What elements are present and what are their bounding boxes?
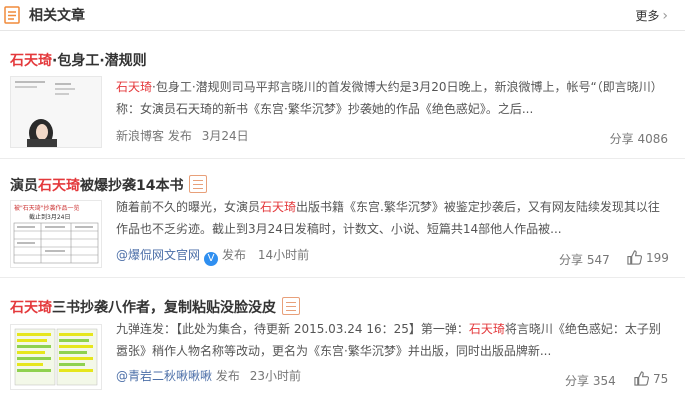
- article-doc-icon: [282, 297, 300, 315]
- publish-time: 14小时前: [257, 248, 310, 262]
- more-link[interactable]: 更多 ›: [635, 7, 668, 24]
- article-summary: 随着前不久的曝光，女演员石天琦出版书籍《东宫.繁华沉梦》被鉴定抄袭后，又有网友陆…: [116, 196, 671, 240]
- like-button[interactable]: 199: [627, 250, 669, 265]
- summary-highlight: 石天琦: [468, 322, 505, 336]
- title-text: 三书抄袭八作者，复制粘贴没脸没皮: [52, 300, 276, 316]
- comparison-screenshot-image: [11, 325, 101, 389]
- share-count: 4086: [637, 132, 668, 146]
- summary-highlight: 石天琦: [260, 200, 297, 214]
- share-count: 547: [586, 253, 610, 267]
- publish-label: 发布: [222, 248, 247, 262]
- article-meta: @爆侃网文官网 V 发布 14小时前: [116, 246, 309, 266]
- title-text: 被爆抄袭14本书: [80, 178, 184, 194]
- chevron-right-icon: ›: [662, 8, 668, 24]
- article-item: 演员石天琦被爆抄袭14本书 被"石天琦"抄袭作品一览 截止到3月24日 随着前不…: [0, 165, 685, 278]
- title-highlight: 石天琦: [10, 300, 52, 316]
- source-name: 新浪博客: [116, 129, 165, 143]
- publish-label: 发布: [215, 369, 240, 383]
- source-link[interactable]: @青岩二秋啾啾啾: [116, 369, 212, 383]
- article-summary: 石天琦·包身工·潜规则司马平邦言晓川的首发微博大约是3月20日晚上，新浪微博上，…: [116, 76, 671, 120]
- publish-label: 发布: [167, 129, 192, 143]
- article-thumbnail[interactable]: [10, 324, 102, 390]
- share-label: 分享: [559, 253, 584, 267]
- publish-time: 3月24日: [201, 129, 249, 143]
- title-highlight: 石天琦: [10, 53, 52, 69]
- verified-icon: V: [204, 252, 219, 266]
- article-item: 石天琦·包身工·潜规则 石天琦·包身工·潜规则司马平邦言晓川的首发微博大约是3月…: [0, 40, 685, 159]
- author-photo-image: [11, 77, 101, 147]
- article-meta: 新浪博客 发布 3月24日: [116, 127, 249, 144]
- title-text: 演员: [10, 178, 38, 194]
- more-label: 更多: [635, 9, 660, 23]
- share-button[interactable]: 分享 4086: [610, 130, 668, 147]
- like-count: 199: [646, 251, 669, 265]
- title-highlight: 石天琦: [38, 178, 80, 194]
- article-thumbnail[interactable]: 被"石天琦"抄袭作品一览 截止到3月24日: [10, 200, 102, 268]
- summary-text: 随着前不久的曝光，女演员: [116, 200, 261, 214]
- article-title[interactable]: 石天琦·包身工·潜规则: [10, 50, 147, 70]
- share-label: 分享: [565, 374, 590, 388]
- thumbs-up-icon: [627, 250, 643, 265]
- publish-time: 23小时前: [249, 369, 301, 383]
- article-title[interactable]: 演员石天琦被爆抄袭14本书: [10, 175, 208, 195]
- article-doc-icon: [189, 175, 208, 193]
- summary-highlight: 石天琦: [116, 80, 153, 94]
- share-count: 354: [592, 374, 616, 388]
- like-count: 75: [653, 372, 669, 386]
- article-meta: @青岩二秋啾啾啾 发布 23小时前: [116, 367, 301, 384]
- article-item: 石天琦三书抄袭八作者，复制粘贴没脸没皮 九弹连发：【此处为集合，待更新 2015…: [0, 287, 685, 406]
- share-button[interactable]: 分享 354: [565, 372, 616, 389]
- like-button[interactable]: 75: [634, 371, 668, 386]
- thumbs-up-icon: [634, 371, 650, 386]
- title-text: ·包身工·潜规则: [52, 53, 147, 69]
- article-thumbnail[interactable]: [10, 76, 102, 148]
- section-title: 相关文章: [29, 8, 85, 24]
- document-icon: [4, 6, 20, 24]
- summary-text: 九弹连发：【此处为集合，待更新 2015.03.24 16：25】第一弹：: [116, 322, 469, 336]
- share-button[interactable]: 分享 547: [559, 251, 610, 268]
- related-articles-header: 相关文章 更多 ›: [0, 0, 685, 31]
- summary-text: ·包身工·潜规则司马平邦言晓川的首发微博大约是3月20日晚上，新浪微博上，帐号“…: [116, 80, 663, 116]
- thumbnail-heading: 被"石天琦"抄袭作品一览: [14, 204, 80, 212]
- thumbnail-caption: 截止到3月24日: [29, 213, 70, 221]
- document-table-image: 被"石天琦"抄袭作品一览 截止到3月24日: [11, 201, 101, 267]
- article-title[interactable]: 石天琦三书抄袭八作者，复制粘贴没脸没皮: [10, 297, 300, 317]
- source-link[interactable]: @爆侃网文官网: [116, 248, 200, 262]
- share-label: 分享: [609, 132, 634, 146]
- article-summary: 九弹连发：【此处为集合，待更新 2015.03.24 16：25】第一弹：石天琦…: [116, 318, 671, 362]
